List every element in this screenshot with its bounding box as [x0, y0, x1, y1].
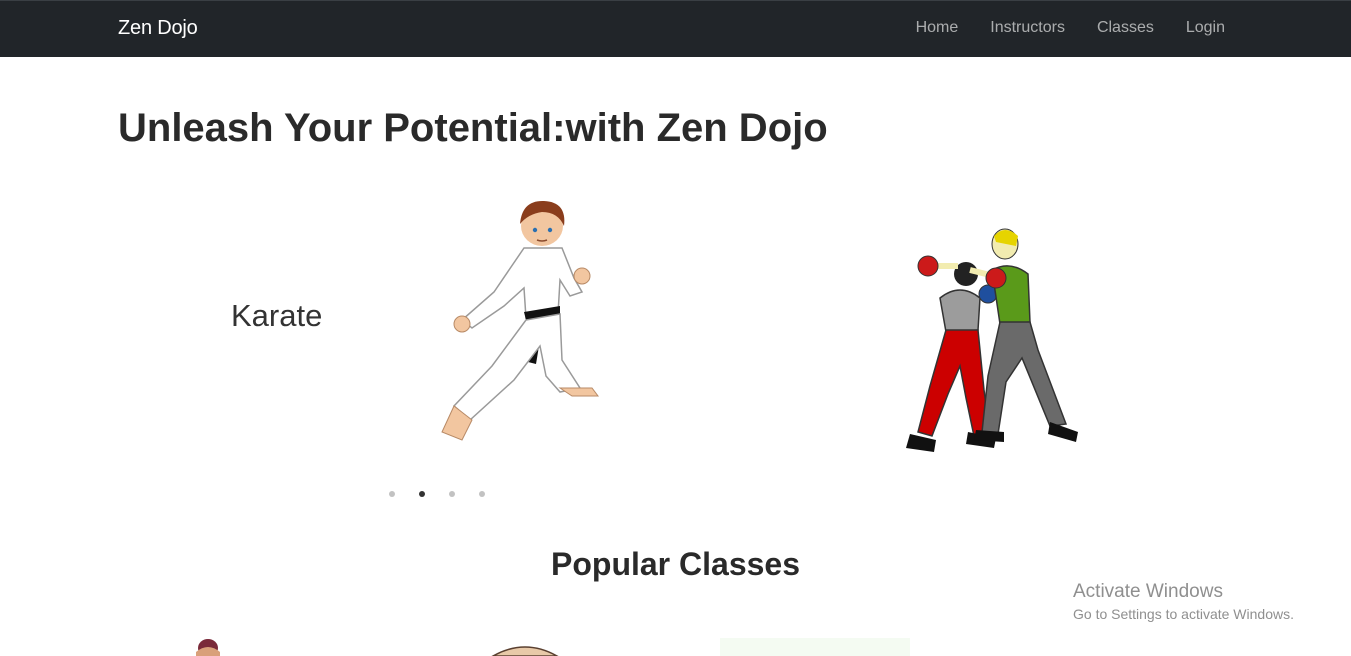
popular-classes-title: Popular Classes [551, 546, 800, 582]
nav-links: Home Instructors Classes Login [916, 19, 1225, 37]
class-card-image-3 [720, 638, 910, 656]
carousel-indicator-4[interactable] [479, 491, 485, 497]
carousel-slide-label: Karate [231, 298, 323, 333]
watermark-title: Activate Windows [1073, 581, 1223, 602]
carousel-indicator-1[interactable] [389, 491, 395, 497]
nav-link-instructors[interactable]: Instructors [990, 19, 1065, 37]
nav-link-home[interactable]: Home [916, 19, 959, 37]
top-navbar: Zen Dojo Home Instructors Classes Login [0, 0, 1351, 57]
karate-image [441, 200, 599, 441]
brand-logo-link[interactable]: Zen Dojo [118, 17, 198, 40]
hero-title: Unleash Your Potential:with Zen Dojo [118, 106, 828, 150]
nav-link-login[interactable]: Login [1186, 19, 1225, 37]
boxing-image [906, 228, 1078, 452]
carousel-indicator-3[interactable] [449, 491, 455, 497]
carousel-indicators [389, 491, 485, 497]
nav-link-classes[interactable]: Classes [1097, 19, 1154, 37]
carousel-indicator-2[interactable] [419, 491, 425, 497]
windows-activation-watermark: Activate Windows Go to Settings to activ… [1073, 581, 1294, 622]
watermark-subtitle: Go to Settings to activate Windows. [1073, 606, 1294, 622]
class-card-image-1 [196, 639, 220, 656]
class-card-image-2 [491, 646, 559, 656]
